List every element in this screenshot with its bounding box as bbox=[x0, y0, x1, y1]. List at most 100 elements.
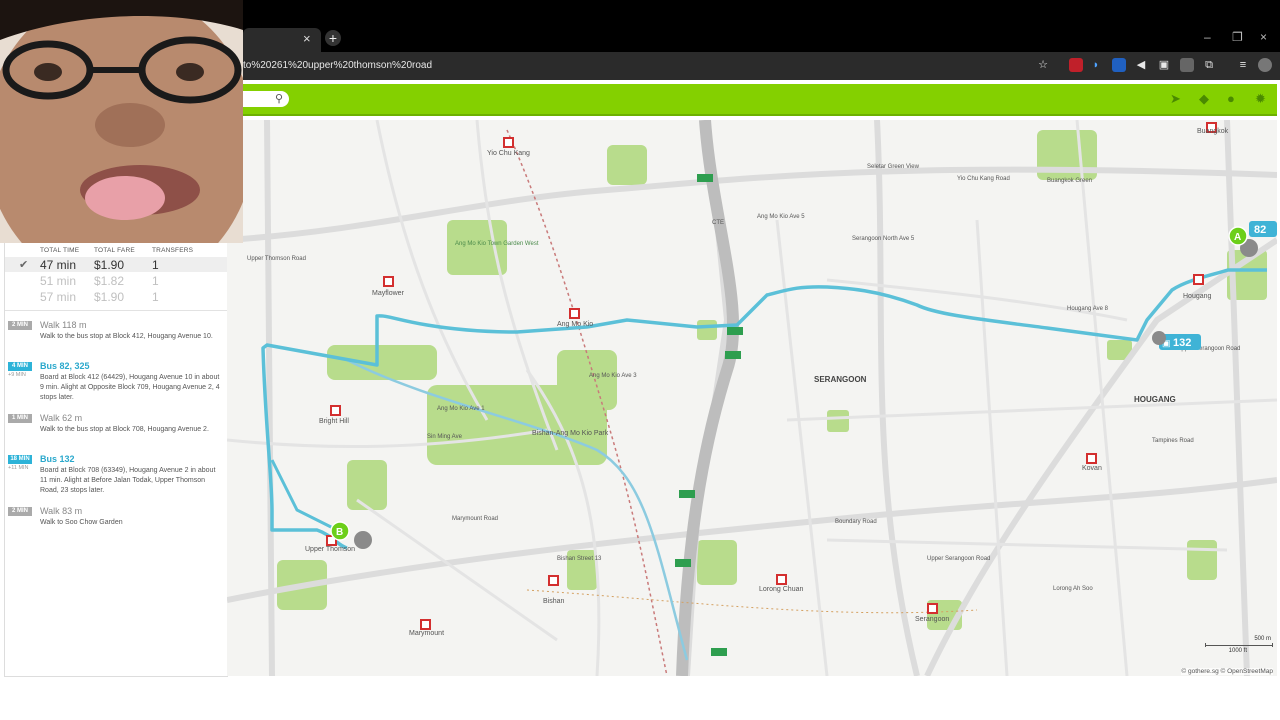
bus-number: 132 bbox=[1173, 337, 1191, 349]
road-label: Bishan Street 13 bbox=[557, 556, 602, 562]
speaker-icon[interactable]: ◀ bbox=[1134, 58, 1148, 72]
mrt-station-icon bbox=[927, 603, 938, 614]
star-icon[interactable]: ☆ bbox=[1036, 58, 1050, 72]
locate-icon[interactable]: ➤ bbox=[1170, 91, 1181, 107]
scale-metric: 500 m bbox=[1254, 636, 1271, 642]
place-label: Kovan bbox=[1082, 465, 1102, 472]
trip-option[interactable]: 51 min $1.82 1 bbox=[5, 273, 227, 288]
duration-badge: 1 MIN bbox=[8, 414, 32, 423]
road-label: Sin Ming Ave bbox=[427, 434, 463, 440]
place-label: Yio Chu Kang bbox=[487, 150, 530, 157]
mrt-station-icon bbox=[548, 575, 559, 586]
step-description: Board at Block 412 (64429), Hougang Aven… bbox=[40, 374, 220, 401]
step-title: Walk 62 m bbox=[40, 413, 83, 423]
map-attribution[interactable]: © gothere.sg © OpenStreetMap bbox=[1181, 668, 1273, 675]
url-text[interactable]: to%20261%20upper%20thomson%20road bbox=[243, 60, 432, 71]
step-description: Walk to the bus stop at Block 412, Houga… bbox=[40, 333, 213, 340]
duration-badge: 2 MIN bbox=[8, 507, 32, 516]
header-total-fare[interactable]: TOTAL FARE bbox=[94, 247, 135, 254]
road-label: Yio Chu Kang Road bbox=[957, 176, 1010, 182]
place-label: Bishan-Ang Mo Kio Park bbox=[532, 430, 609, 437]
restore-button[interactable]: ❐ bbox=[1232, 30, 1243, 44]
trip-option[interactable]: ✔ 47 min $1.90 1 bbox=[5, 257, 227, 272]
search-icon[interactable]: ⚲ bbox=[275, 92, 283, 105]
place-label: Hougang bbox=[1183, 293, 1212, 300]
search-box[interactable]: ⚲ bbox=[243, 91, 289, 107]
district-label: SERANGOON bbox=[814, 375, 867, 384]
step-title[interactable]: Bus 132 bbox=[40, 454, 75, 464]
browser-tab[interactable]: × bbox=[243, 28, 321, 52]
road-label: Lorong Ah Soo bbox=[1053, 586, 1093, 592]
extensions-puzzle-icon[interactable]: ⧉ bbox=[1202, 58, 1216, 72]
chat-icon[interactable]: ● bbox=[1227, 91, 1235, 106]
place-label: Ang Mo Kio bbox=[557, 321, 593, 328]
webcam-overlay bbox=[0, 0, 243, 243]
mrt-station-icon bbox=[420, 619, 431, 630]
place-label: Bishan bbox=[543, 598, 565, 605]
menu-kebab-icon[interactable] bbox=[1263, 58, 1277, 72]
place-label: Mayflower bbox=[372, 290, 405, 297]
road-label: Tampines Road bbox=[1152, 438, 1194, 444]
walk-icon bbox=[354, 531, 372, 549]
place-label: Bright Hill bbox=[319, 418, 349, 425]
extension-icon-4[interactable]: ▣ bbox=[1157, 58, 1171, 72]
map-canvas[interactable]: Yio Chu Kang Mayflower Ang Mo Kio Bishan… bbox=[227, 120, 1277, 676]
mrt-station-icon bbox=[330, 405, 341, 416]
road-label: Upper Serangoon Road bbox=[927, 556, 990, 562]
road-label: Boundary Road bbox=[835, 519, 877, 525]
start-marker[interactable]: A bbox=[1228, 226, 1248, 246]
trip-fare: $1.90 bbox=[94, 290, 125, 304]
address-bar[interactable]: to%20261%20upper%20thomson%20road ☆ ◗ ◀ … bbox=[243, 52, 1280, 80]
step-description: Walk to the bus stop at Block 708, Houga… bbox=[40, 426, 209, 433]
trip-time: 47 min bbox=[40, 258, 77, 272]
place-label: Buangkok bbox=[1197, 128, 1229, 135]
trip-time: 57 min bbox=[40, 290, 77, 304]
start-marker-label: A bbox=[1234, 232, 1241, 243]
mrt-station-icon bbox=[383, 276, 394, 287]
step-title: Walk 118 m bbox=[40, 320, 87, 330]
place-label: Lorong Chuan bbox=[759, 586, 803, 593]
duration-badge: 2 MIN bbox=[8, 321, 32, 330]
reading-list-icon[interactable]: ≡ bbox=[1236, 58, 1250, 72]
map-scale: 500 m 1000 ft bbox=[1181, 634, 1273, 660]
extension-icon-5[interactable] bbox=[1180, 58, 1194, 72]
road-label: Ang Mo Kio Ave 3 bbox=[589, 373, 637, 379]
mrt-station-icon bbox=[1193, 274, 1204, 285]
step-title: Walk 83 m bbox=[40, 506, 83, 516]
place-label: Upper Thomson bbox=[305, 546, 355, 553]
tag-icon[interactable]: ◆ bbox=[1199, 91, 1209, 107]
bus-badge-82[interactable]: 82 bbox=[1249, 221, 1277, 237]
end-marker-label: B bbox=[336, 527, 343, 538]
tab-close-icon[interactable]: × bbox=[303, 31, 311, 46]
header-total-time[interactable]: TOTAL TIME bbox=[40, 247, 79, 254]
trip-transfers: 1 bbox=[152, 274, 159, 288]
end-marker[interactable]: B bbox=[330, 521, 350, 541]
step-description: Board at Block 708 (63349), Hougang Aven… bbox=[40, 467, 216, 494]
header-transfers[interactable]: TRANSFERS bbox=[152, 247, 193, 254]
minimize-button[interactable]: – bbox=[1204, 30, 1211, 44]
mrt-station-icon bbox=[503, 137, 514, 148]
mrt-station-icon bbox=[1086, 453, 1097, 464]
map-svg[interactable]: Yio Chu Kang Mayflower Ang Mo Kio Bishan… bbox=[227, 120, 1277, 676]
extension-icon-2[interactable]: ◗ bbox=[1089, 58, 1103, 72]
extension-icon-3[interactable] bbox=[1112, 58, 1126, 72]
new-tab-button[interactable]: + bbox=[325, 30, 341, 46]
road-label: Hougang Ave 8 bbox=[1067, 306, 1109, 312]
extension-icon-1[interactable] bbox=[1069, 58, 1083, 72]
settings-icon[interactable]: ✹ bbox=[1255, 91, 1266, 107]
district-label: HOUGANG bbox=[1134, 395, 1176, 404]
road-label: Serangoon North Ave 5 bbox=[852, 236, 915, 242]
step-title[interactable]: Bus 82, 325 bbox=[40, 361, 90, 371]
place-label: Serangoon bbox=[915, 616, 949, 623]
road-label: Marymount Road bbox=[452, 516, 498, 522]
road-label: Seletar Green View bbox=[867, 164, 920, 170]
road-label: Upper Thomson Road bbox=[247, 256, 306, 262]
duration-badge: 4 MIN bbox=[8, 362, 32, 371]
webcam-image bbox=[0, 0, 243, 243]
tab-strip: × + – ❐ × bbox=[243, 26, 1280, 52]
trip-option[interactable]: 57 min $1.90 1 bbox=[5, 289, 227, 304]
trip-transfers: 1 bbox=[152, 290, 159, 304]
close-window-button[interactable]: × bbox=[1260, 30, 1267, 44]
directions-panel: BY TOTAL TIME TOTAL FARE TRANSFERS ✔ 47 … bbox=[4, 230, 228, 677]
road-label: Ang Mo Kio Ave 5 bbox=[757, 214, 805, 220]
